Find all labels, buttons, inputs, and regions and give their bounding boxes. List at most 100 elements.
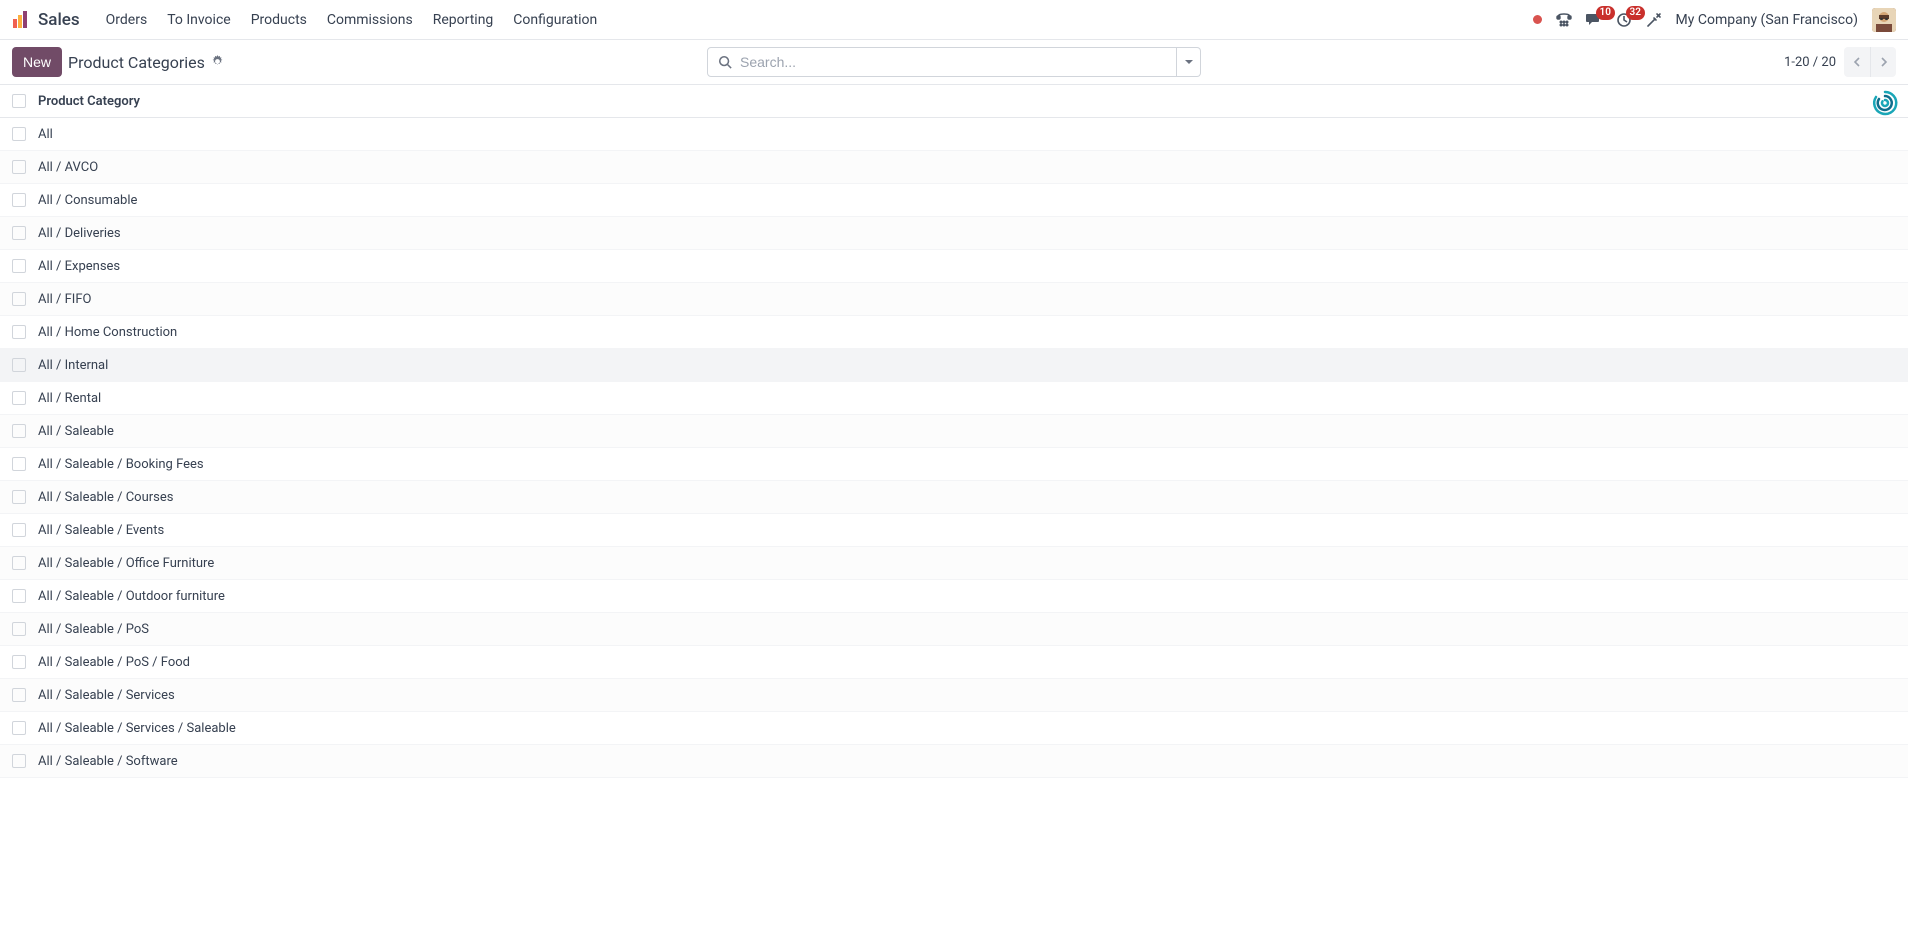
search-options-toggle[interactable] xyxy=(1177,47,1201,77)
row-checkbox[interactable] xyxy=(12,358,26,372)
row-checkbox[interactable] xyxy=(12,556,26,570)
breadcrumb-title: Product Categories xyxy=(68,53,205,72)
column-header-category[interactable]: Product Category xyxy=(38,94,140,109)
row-category-label: All / Saleable / Events xyxy=(38,523,164,538)
table-row[interactable]: All / Saleable / PoS xyxy=(0,613,1908,646)
table-row[interactable]: All / Rental xyxy=(0,382,1908,415)
table-row[interactable]: All / Saleable / Outdoor furniture xyxy=(0,580,1908,613)
row-checkbox[interactable] xyxy=(12,688,26,702)
row-category-label: All / Home Construction xyxy=(38,325,177,340)
chevron-right-icon xyxy=(1880,57,1888,67)
app-logo[interactable] xyxy=(12,11,30,29)
search-input[interactable] xyxy=(740,54,1166,70)
controlbar-right: 1-20 / 20 xyxy=(1784,47,1896,77)
row-category-label: All / Deliveries xyxy=(38,226,121,241)
phone-icon[interactable] xyxy=(1556,12,1572,28)
row-checkbox[interactable] xyxy=(12,226,26,240)
nav-configuration[interactable]: Configuration xyxy=(503,4,607,36)
row-checkbox[interactable] xyxy=(12,589,26,603)
nav-products[interactable]: Products xyxy=(241,4,317,36)
table-header-row: Product Category xyxy=(0,84,1908,118)
row-checkbox[interactable] xyxy=(12,424,26,438)
row-category-label: All / Saleable / Courses xyxy=(38,490,173,505)
table-row[interactable]: All / Saleable xyxy=(0,415,1908,448)
nav-menu: Orders To Invoice Products Commissions R… xyxy=(96,4,608,36)
row-checkbox[interactable] xyxy=(12,457,26,471)
table-row[interactable]: All / Saleable / Office Furniture xyxy=(0,547,1908,580)
activities-icon[interactable]: 32 xyxy=(1616,12,1632,28)
row-checkbox[interactable] xyxy=(12,490,26,504)
help-spiral-icon[interactable] xyxy=(1870,88,1900,118)
pager-counter[interactable]: 1-20 / 20 xyxy=(1784,55,1836,70)
search-icon xyxy=(718,55,732,69)
row-category-label: All / AVCO xyxy=(38,160,98,175)
new-button[interactable]: New xyxy=(12,47,62,77)
search-container xyxy=(707,47,1201,77)
table-row[interactable]: All / Saleable / Services xyxy=(0,679,1908,712)
nav-reporting[interactable]: Reporting xyxy=(423,4,504,36)
row-category-label: All / Saleable / PoS / Food xyxy=(38,655,190,670)
activities-badge: 32 xyxy=(1626,6,1645,20)
messages-icon[interactable]: 10 xyxy=(1586,12,1602,28)
table-row[interactable]: All / Internal xyxy=(0,349,1908,382)
row-checkbox[interactable] xyxy=(12,292,26,306)
company-selector[interactable]: My Company (San Francisco) xyxy=(1676,12,1858,28)
messages-badge: 10 xyxy=(1596,6,1615,20)
row-category-label: All / Consumable xyxy=(38,193,137,208)
row-category-label: All / Expenses xyxy=(38,259,120,274)
row-category-label: All / Internal xyxy=(38,358,108,373)
row-checkbox[interactable] xyxy=(12,622,26,636)
nav-commissions[interactable]: Commissions xyxy=(317,4,423,36)
table-row[interactable]: All / AVCO xyxy=(0,151,1908,184)
row-category-label: All / Saleable / Office Furniture xyxy=(38,556,214,571)
row-category-label: All / Saleable / Booking Fees xyxy=(38,457,204,472)
row-checkbox[interactable] xyxy=(12,655,26,669)
table-row[interactable]: All / Saleable / Software xyxy=(0,745,1908,778)
user-avatar[interactable] xyxy=(1872,8,1896,32)
select-all-checkbox[interactable] xyxy=(12,94,26,108)
caret-down-icon xyxy=(1185,58,1193,66)
row-checkbox[interactable] xyxy=(12,193,26,207)
table-row[interactable]: All xyxy=(0,118,1908,151)
row-category-label: All / Saleable / PoS xyxy=(38,622,149,637)
pager-prev-button[interactable] xyxy=(1844,47,1870,77)
pager-buttons xyxy=(1844,47,1896,77)
row-checkbox[interactable] xyxy=(12,523,26,537)
row-checkbox[interactable] xyxy=(12,721,26,735)
nav-orders[interactable]: Orders xyxy=(96,4,158,36)
table-row[interactable]: All / Saleable / Courses xyxy=(0,481,1908,514)
table-row[interactable]: All / Home Construction xyxy=(0,316,1908,349)
row-category-label: All / Saleable / Software xyxy=(38,754,178,769)
table-row[interactable]: All / Saleable / Services / Saleable xyxy=(0,712,1908,745)
row-category-label: All / Saleable / Outdoor furniture xyxy=(38,589,225,604)
brand-label[interactable]: Sales xyxy=(38,10,80,30)
pager-next-button[interactable] xyxy=(1870,47,1896,77)
row-checkbox[interactable] xyxy=(12,391,26,405)
search-box[interactable] xyxy=(707,47,1177,77)
chevron-left-icon xyxy=(1853,57,1861,67)
row-category-label: All / FIFO xyxy=(38,292,91,307)
table-row[interactable]: All / Saleable / PoS / Food xyxy=(0,646,1908,679)
row-checkbox[interactable] xyxy=(12,127,26,141)
row-category-label: All / Saleable / Services xyxy=(38,688,175,703)
row-checkbox[interactable] xyxy=(12,325,26,339)
row-category-label: All xyxy=(38,127,53,142)
row-checkbox[interactable] xyxy=(12,259,26,273)
top-nav: Sales Orders To Invoice Products Commiss… xyxy=(0,0,1908,40)
nav-to-invoice[interactable]: To Invoice xyxy=(157,4,241,36)
status-dot-icon[interactable] xyxy=(1533,15,1542,24)
row-category-label: All / Rental xyxy=(38,391,101,406)
table-row[interactable]: All / Consumable xyxy=(0,184,1908,217)
topnav-right: 10 32 My Company (San Francisco) xyxy=(1533,8,1896,32)
table-row[interactable]: All / FIFO xyxy=(0,283,1908,316)
table-row[interactable]: All / Saleable / Booking Fees xyxy=(0,448,1908,481)
table-row[interactable]: All / Expenses xyxy=(0,250,1908,283)
gear-icon[interactable] xyxy=(211,53,224,72)
control-bar: New Product Categories 1-20 / 20 xyxy=(0,40,1908,84)
table-row[interactable]: All / Deliveries xyxy=(0,217,1908,250)
debug-icon[interactable] xyxy=(1646,12,1662,28)
row-checkbox[interactable] xyxy=(12,754,26,768)
row-checkbox[interactable] xyxy=(12,160,26,174)
table-row[interactable]: All / Saleable / Events xyxy=(0,514,1908,547)
breadcrumb: Product Categories xyxy=(68,53,224,72)
